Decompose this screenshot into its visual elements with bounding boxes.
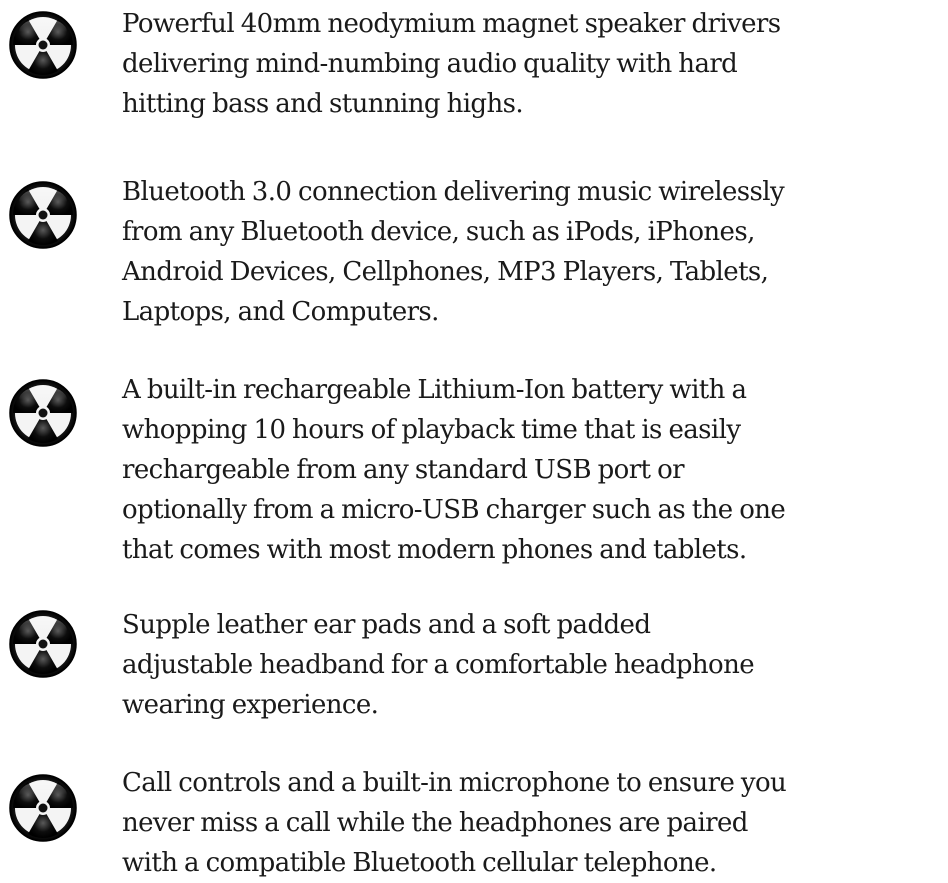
radiation-trefoil-icon	[8, 773, 78, 843]
feature-text: Bluetooth 3.0 connection delivering musi…	[122, 177, 785, 327]
radiation-trefoil-icon	[8, 10, 78, 80]
feature-text: Powerful 40mm neodymium magnet speaker d…	[122, 9, 781, 119]
feature-text: A built-in rechargeable Lithium-Ion batt…	[122, 375, 786, 565]
radiation-trefoil-icon	[8, 378, 78, 448]
feature-text: Call controls and a built-in microphone …	[122, 768, 787, 878]
radiation-trefoil-icon	[8, 180, 78, 250]
feature-text: Supple leather ear pads and a soft padde…	[122, 610, 755, 720]
radiation-trefoil-icon	[8, 609, 78, 679]
